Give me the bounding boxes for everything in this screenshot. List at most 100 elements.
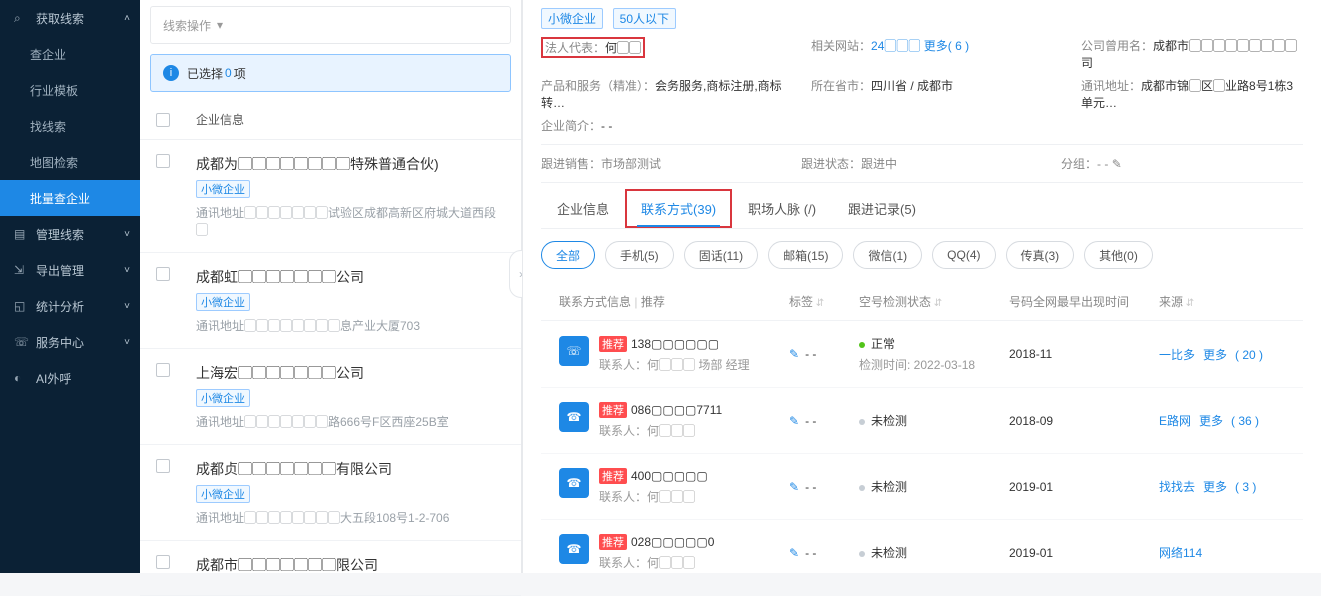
first-appear-time: 2018-09 [1009,414,1159,428]
edit-tag-icon[interactable]: ✎ [789,546,799,560]
contact-tag: - - [805,546,816,560]
detail-tab[interactable]: 跟进记录(5) [832,189,932,228]
sidebar-group-icon: ◐ [14,371,28,385]
sidebar-group-icon: ⇲ [14,263,28,277]
sidebar-group[interactable]: ☏服务中心˅ [0,324,140,360]
info-icon: i [163,65,179,81]
company-row[interactable]: 成都虹▢▢▢▢▢▢▢公司 小微企业 通讯地址▢▢▢▢▢▢▢▢息产业大厦703 [140,253,521,349]
follow-bar: 跟进销售：市场部测试 跟进状态：跟进中 分组：- - ✎ [541,144,1303,183]
contact-type-icon: ☎ [559,402,589,432]
website-more[interactable]: 更多 [924,39,948,53]
source-link[interactable]: 网络114 [1159,546,1202,560]
sidebar-group-icon: ▤ [14,227,28,241]
sidebar-group[interactable]: ◱统计分析˅ [0,288,140,324]
company-row[interactable]: 成都贞▢▢▢▢▢▢▢有限公司 小微企业 通讯地址▢▢▢▢▢▢▢▢大五段108号1… [140,445,521,541]
sidebar-item[interactable]: 找线索 [0,108,140,144]
filter-chip[interactable]: 其他(0) [1084,241,1153,269]
sidebar-group-label: 服务中心 [36,334,84,351]
company-tag: 小微企业 [196,180,250,198]
row-checkbox[interactable] [156,267,170,281]
row-checkbox[interactable] [156,154,170,168]
source-link[interactable]: 找找去 [1159,480,1195,494]
filter-chip[interactable]: 微信(1) [853,241,922,269]
contact-person: 联系人：何▢▢▢ [599,554,714,571]
tag-pill[interactable]: 小微企业 [541,8,603,29]
former-name-label: 公司曾用名： [1081,39,1153,53]
tag-pill[interactable]: 50人以下 [613,8,676,29]
sidebar-item-label: 行业模板 [30,82,78,99]
chevron-icon: ˄ [124,13,130,24]
contact-person: 联系人：何▢▢▢ 场部 经理 [599,356,750,373]
sidebar-item[interactable]: 行业模板 [0,72,140,108]
contact-person: 联系人：何▢▢▢ [599,422,722,439]
source-count: ( 3 ) [1235,480,1256,494]
company-row[interactable]: 成都市▢▢▢▢▢▢▢限公司 [140,541,521,596]
website-count: ( 6 ) [948,39,969,53]
sidebar-group[interactable]: ◐AI外呼 [0,360,140,396]
company-name: 成都为▢▢▢▢▢▢▢▢特殊普通合伙) [196,154,505,174]
source-more[interactable]: 更多 [1203,480,1227,494]
source-link[interactable]: E路网 [1159,414,1191,428]
th-recommend[interactable]: 推荐 [641,295,665,309]
detail-tab[interactable]: 企业信息 [541,189,625,228]
selected-count: 0 [225,66,232,80]
th-source[interactable]: 来源 [1159,293,1285,310]
edit-tag-icon[interactable]: ✎ [789,347,799,361]
website-value[interactable]: 24▢▢▢ [871,39,920,53]
website-label: 相关网站： [811,39,871,53]
th-empty-status[interactable]: 空号检测状态 [859,293,1009,310]
company-row[interactable]: 成都为▢▢▢▢▢▢▢▢特殊普通合伙) 小微企业 通讯地址▢▢▢▢▢▢▢试验区成都… [140,140,521,253]
detail-tab[interactable]: 联系方式(39) [625,189,732,228]
company-name: 成都贞▢▢▢▢▢▢▢有限公司 [196,459,505,479]
edit-group-icon[interactable]: ✎ [1112,157,1122,171]
row-checkbox[interactable] [156,363,170,377]
contact-number: 138▢▢▢▢▢▢ [631,337,719,351]
chevron-icon: ˅ [124,301,130,312]
contact-filters: 全部手机(5) 固话(11) 邮箱(15) 微信(1) QQ(4) 传真(3) 其他(0) [541,241,1303,269]
recommend-badge: 推荐 [599,336,627,352]
detail-tabs: 企业信息联系方式(39)职场人脉 (/)跟进记录(5) [541,189,1303,229]
source-more[interactable]: 更多 [1203,348,1227,362]
contact-person: 联系人：何▢▢▢ [599,488,708,505]
sidebar-item[interactable]: 批量查企业 [0,180,140,216]
contact-type-icon: ☎ [559,534,589,564]
company-name: 成都虹▢▢▢▢▢▢▢公司 [196,267,505,287]
filter-chip[interactable]: 传真(3) [1006,241,1075,269]
status-text: 未检测 [871,480,907,494]
select-all-checkbox[interactable] [156,113,170,127]
contact-row: ☎ 推荐400▢▢▢▢▢ 联系人：何▢▢▢ ✎- - 未检测 2019-01 找… [541,454,1303,520]
contact-row: ☎ 推荐086▢▢▢▢7711 联系人：何▢▢▢ ✎- - 未检测 2018-0… [541,388,1303,454]
group-label: 分组： [1061,157,1097,171]
source-count: ( 36 ) [1231,414,1259,428]
sidebar-item-label: 地图检索 [30,154,78,171]
filter-chip[interactable]: 全部 [541,241,595,269]
sidebar-group[interactable]: ⇲导出管理˅ [0,252,140,288]
bulk-ops-dropdown[interactable]: 线索操作 ▾ [150,6,511,44]
follow-status-value: 跟进中 [861,157,897,171]
sidebar-item[interactable]: 查企业 [0,36,140,72]
th-tag[interactable]: 标签 [789,293,859,310]
edit-tag-icon[interactable]: ✎ [789,480,799,494]
filter-chip[interactable]: 固话(11) [684,241,758,269]
filter-chip[interactable]: 邮箱(15) [768,241,843,269]
company-row[interactable]: 上海宏▢▢▢▢▢▢▢公司 小微企业 通讯地址▢▢▢▢▢▢▢路666号F区西座25… [140,349,521,445]
sidebar-item-label: 查企业 [30,46,66,63]
source-link[interactable]: 一比多 [1159,348,1195,362]
detail-tab[interactable]: 职场人脉 (/) [732,189,832,228]
sidebar-item[interactable]: 地图检索 [0,144,140,180]
contact-number: 400▢▢▢▢▢ [631,469,708,483]
selected-suffix: 项 [234,65,246,82]
source-more[interactable]: 更多 [1199,414,1223,428]
filter-chip[interactable]: 手机(5) [605,241,674,269]
sidebar-group[interactable]: ⌕获取线索˄ [0,0,140,36]
sidebar-group-label: 导出管理 [36,262,84,279]
sidebar-group[interactable]: ▤管理线索˅ [0,216,140,252]
contact-number: 086▢▢▢▢7711 [631,403,722,417]
row-checkbox[interactable] [156,555,170,569]
row-checkbox[interactable] [156,459,170,473]
bulk-ops-label: 线索操作 [163,17,211,34]
contact-row: ☏ 推荐138▢▢▢▢▢▢ 联系人：何▢▢▢ 场部 经理 ✎- - 正常检测时间… [541,321,1303,388]
filter-chip[interactable]: QQ(4) [932,241,995,269]
edit-tag-icon[interactable]: ✎ [789,414,799,428]
status-dot-icon [859,551,865,557]
